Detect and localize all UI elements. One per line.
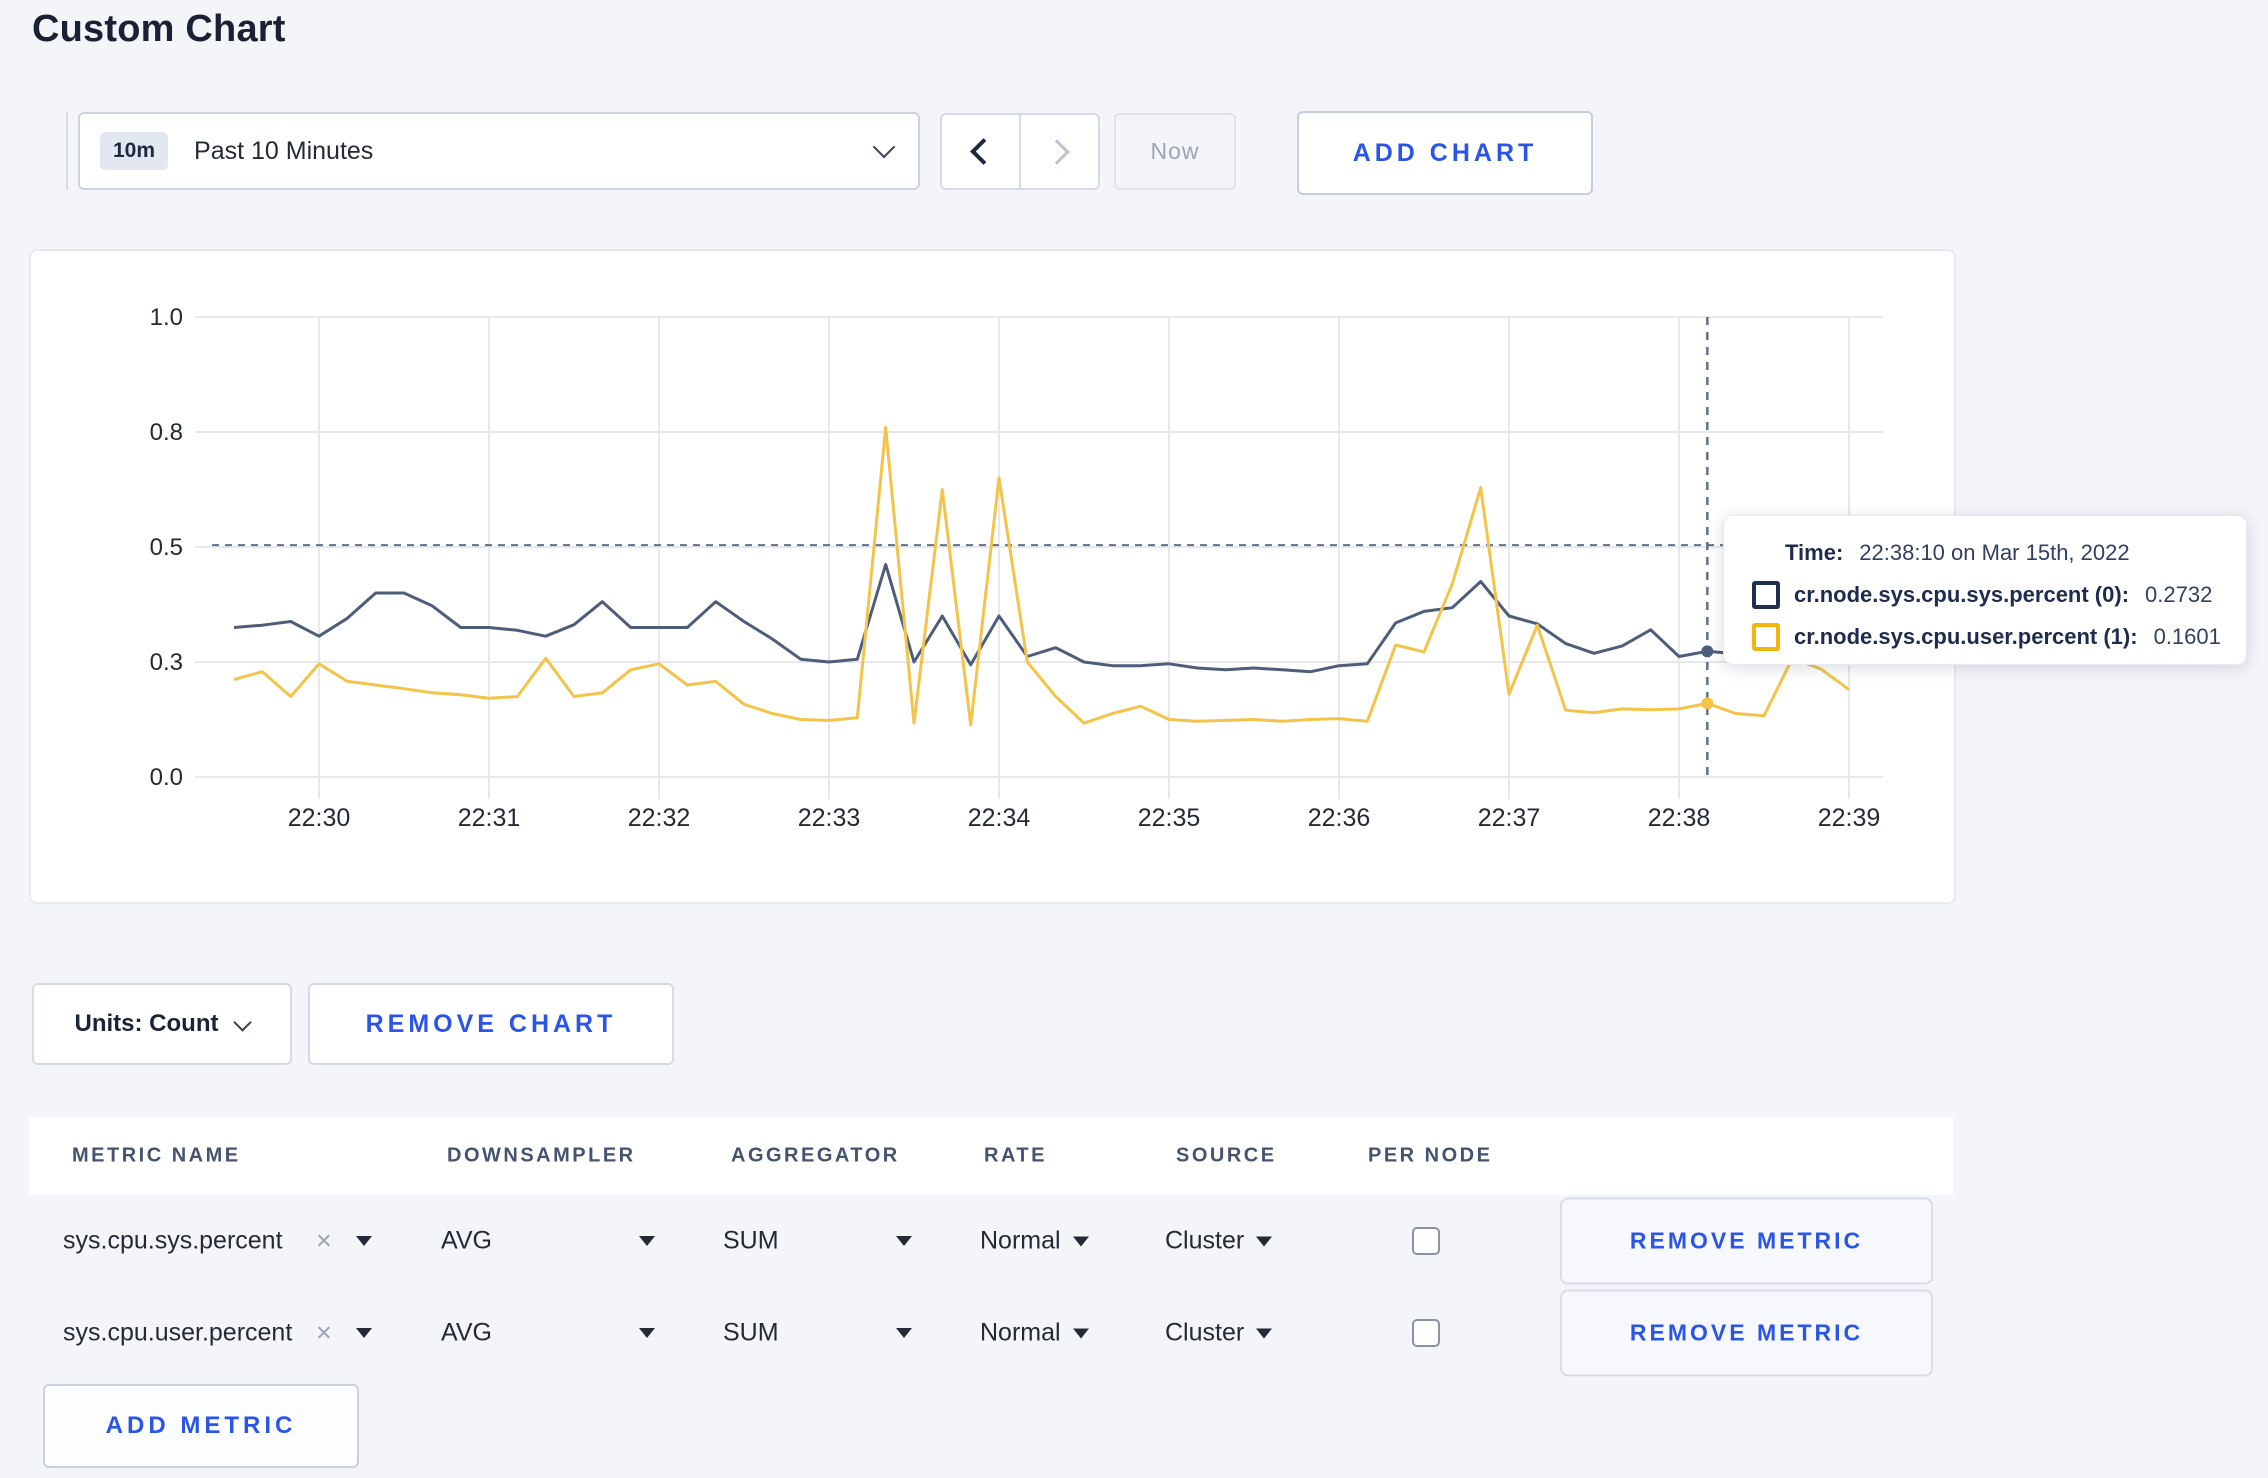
custom-chart-page: Custom Chart 10m Past 10 Minutes Now ADD… <box>0 0 2268 1478</box>
user-series-swatch-icon <box>1752 623 1780 651</box>
svg-text:22:32: 22:32 <box>628 804 691 832</box>
time-range-select[interactable]: 10m Past 10 Minutes <box>78 112 920 190</box>
svg-text:22:34: 22:34 <box>968 804 1031 832</box>
chevron-down-icon <box>233 1012 253 1032</box>
downsampler-select[interactable]: AVG <box>441 1319 492 1348</box>
svg-text:22:33: 22:33 <box>798 804 861 832</box>
remove-metric-button[interactable]: REMOVE METRIC <box>1560 1289 1933 1377</box>
per-node-checkbox[interactable] <box>1412 1227 1440 1255</box>
time-nav-group <box>940 113 1100 190</box>
chart-card: 0.0 0.3 0.5 0.8 1.0 22:30 22:31 22:32 22:33 22:34… <box>29 249 1956 904</box>
source-select[interactable]: Cluster <box>1165 1227 1273 1256</box>
aggregator-select[interactable]: SUM <box>723 1319 779 1348</box>
add-chart-button[interactable]: ADD CHART <box>1297 111 1593 195</box>
now-button[interactable]: Now <box>1114 113 1236 190</box>
svg-text:0.0: 0.0 <box>150 764 183 791</box>
tooltip-series-row: cr.node.sys.cpu.sys.percent (0): 0.2732 <box>1752 574 2246 616</box>
chevron-right-icon <box>1043 138 1070 165</box>
tooltip-sys-value: 0.2732 <box>2145 582 2213 607</box>
svg-text:22:36: 22:36 <box>1308 804 1371 832</box>
tooltip-series-row: cr.node.sys.cpu.user.percent (1): 0.1601 <box>1752 616 2246 658</box>
tooltip-sys-name: cr.node.sys.cpu.sys.percent (0): <box>1794 582 2130 607</box>
metric-name-select[interactable]: sys.cpu.sys.percent <box>63 1227 283 1256</box>
tooltip-user-name: cr.node.sys.cpu.user.percent (1): <box>1794 624 2138 649</box>
metric-row: sys.cpu.sys.percent × AVG SUM Normal Clu… <box>29 1195 1953 1287</box>
units-select[interactable]: Units: Count <box>32 983 292 1065</box>
svg-text:22:39: 22:39 <box>1818 804 1881 832</box>
time-next-button[interactable] <box>1021 115 1098 188</box>
svg-text:22:31: 22:31 <box>458 804 521 832</box>
tooltip-time-row: Time: 22:38:10 on Mar 15th, 2022 <box>1785 532 2246 574</box>
tooltip-time-label: Time: <box>1785 540 1844 565</box>
col-header-rate: RATE <box>984 1144 1047 1167</box>
col-header-aggregator: AGGREGATOR <box>731 1144 900 1167</box>
chart-plot[interactable]: 0.0 0.3 0.5 0.8 1.0 22:30 22:31 22:32 22:33 22:34… <box>31 251 1958 906</box>
aggregator-dropdown-icon[interactable] <box>896 1236 912 1246</box>
metrics-table-header: METRIC NAME DOWNSAMPLER AGGREGATOR RATE … <box>29 1117 1953 1195</box>
svg-text:1.0: 1.0 <box>150 304 183 331</box>
chevron-down-icon <box>872 135 896 159</box>
units-label: Units: Count <box>74 1010 219 1037</box>
time-range-badge: 10m <box>100 132 169 170</box>
svg-text:22:37: 22:37 <box>1478 804 1541 832</box>
metric-dropdown-icon[interactable] <box>356 1328 372 1338</box>
add-metric-button[interactable]: ADD METRIC <box>43 1384 359 1468</box>
aggregator-dropdown-icon[interactable] <box>896 1328 912 1338</box>
tooltip-time-value: 22:38:10 on Mar 15th, 2022 <box>1859 540 2130 565</box>
remove-metric-button[interactable]: REMOVE METRIC <box>1560 1197 1933 1285</box>
metric-dropdown-icon[interactable] <box>356 1236 372 1246</box>
aggregator-select[interactable]: SUM <box>723 1227 779 1256</box>
tooltip-user-value: 0.1601 <box>2153 624 2221 649</box>
svg-text:0.5: 0.5 <box>150 534 183 561</box>
clear-metric-icon[interactable]: × <box>316 1318 332 1349</box>
col-header-metric-name: METRIC NAME <box>72 1144 241 1167</box>
svg-text:22:35: 22:35 <box>1138 804 1201 832</box>
downsampler-dropdown-icon[interactable] <box>639 1236 655 1246</box>
downsampler-dropdown-icon[interactable] <box>639 1328 655 1338</box>
downsampler-select[interactable]: AVG <box>441 1227 492 1256</box>
metric-row: sys.cpu.user.percent × AVG SUM Normal Cl… <box>29 1287 1953 1379</box>
remove-chart-button[interactable]: REMOVE CHART <box>308 983 674 1065</box>
col-header-per-node: PER NODE <box>1368 1144 1493 1167</box>
col-header-source: SOURCE <box>1176 1144 1277 1167</box>
svg-text:22:30: 22:30 <box>288 804 351 832</box>
svg-text:22:38: 22:38 <box>1648 804 1711 832</box>
time-prev-button[interactable] <box>942 115 1021 188</box>
metric-name-select[interactable]: sys.cpu.user.percent <box>63 1319 292 1348</box>
sys-series-swatch-icon <box>1752 581 1780 609</box>
svg-text:0.3: 0.3 <box>150 649 183 676</box>
source-select[interactable]: Cluster <box>1165 1319 1273 1348</box>
clear-metric-icon[interactable]: × <box>316 1226 332 1257</box>
chart-tooltip: Time: 22:38:10 on Mar 15th, 2022 cr.node… <box>1723 515 2247 665</box>
per-node-checkbox[interactable] <box>1412 1319 1440 1347</box>
page-title: Custom Chart <box>32 8 286 50</box>
chevron-left-icon <box>970 138 997 165</box>
rate-select[interactable]: Normal <box>980 1319 1089 1348</box>
time-range-label: Past 10 Minutes <box>194 136 374 165</box>
rate-select[interactable]: Normal <box>980 1227 1089 1256</box>
svg-text:0.8: 0.8 <box>150 419 183 446</box>
toolbar-left-divider <box>66 112 68 190</box>
col-header-downsampler: DOWNSAMPLER <box>447 1144 636 1167</box>
